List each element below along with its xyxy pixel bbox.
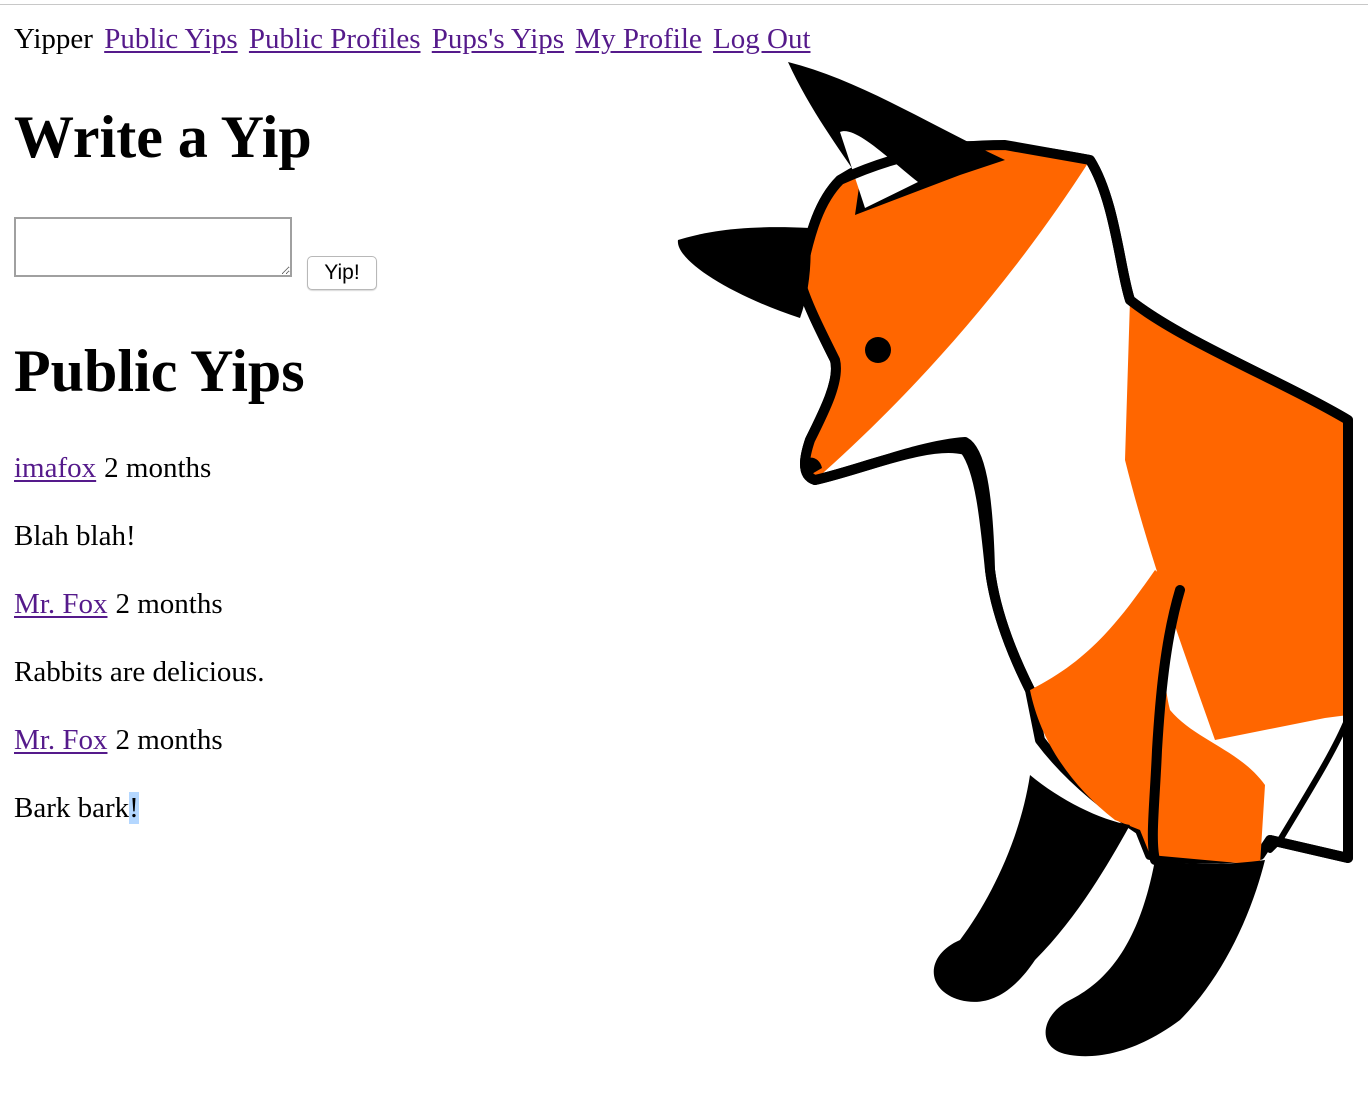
fox-illustration [677, 62, 1353, 1057]
yip-text: Bark bark! [14, 788, 264, 856]
yip-time: 2 months [115, 724, 223, 756]
write-yip-heading: Write a Yip [14, 104, 312, 170]
nav-link-my-profile[interactable]: My Profile [575, 23, 701, 55]
yip-meta: Mr. Fox 2 months [14, 720, 264, 788]
fox-front-leg-left [933, 775, 1130, 1002]
nav-link-public-profiles[interactable]: Public Profiles [249, 23, 421, 55]
yip-author-link[interactable]: imafox [14, 452, 96, 484]
fox-left-ear [677, 227, 811, 318]
public-yips-heading: Public Yips [14, 338, 305, 404]
yip-meta: Mr. Fox 2 months [14, 584, 264, 652]
nav-link-pups-yips[interactable]: Pups's Yips [432, 23, 564, 55]
brand-text: Yipper [14, 23, 93, 55]
yip-list: imafox 2 months Blah blah! Mr. Fox 2 month… [14, 448, 264, 856]
yip-text: Blah blah! [14, 520, 136, 552]
nav-link-log-out[interactable]: Log Out [713, 23, 810, 55]
window-top-border [0, 4, 1368, 5]
yip-text-main: Bark bark [14, 792, 130, 824]
yip-time: 2 months [104, 452, 212, 484]
top-nav: Yipper Public Yips Public Profiles Pups'… [14, 20, 811, 58]
yip-author-link[interactable]: Mr. Fox [14, 724, 107, 756]
selected-text-highlight: ! [129, 792, 139, 824]
yip-author-link[interactable]: Mr. Fox [14, 588, 107, 620]
page: Yipper Public Yips Public Profiles Pups'… [0, 0, 1368, 1094]
yip-text: Rabbits are delicious. [14, 656, 265, 688]
yip-meta: imafox 2 months [14, 448, 264, 516]
yip-time: 2 months [115, 588, 223, 620]
yip-textarea[interactable] [14, 217, 292, 277]
nav-link-public-yips[interactable]: Public Yips [104, 23, 237, 55]
fox-eye [865, 337, 891, 363]
yip-submit-button[interactable]: Yip! [307, 256, 377, 290]
